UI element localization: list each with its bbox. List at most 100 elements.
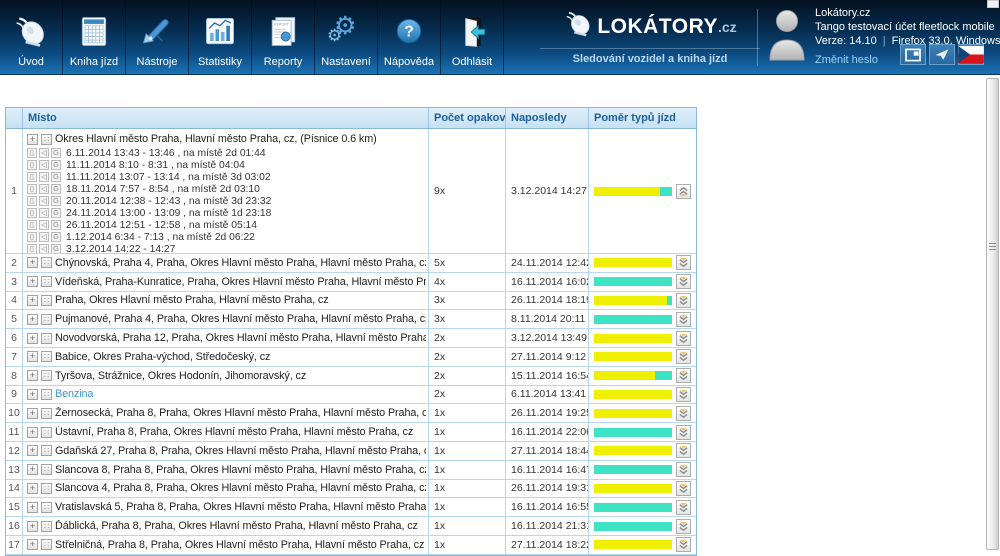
column-header-last[interactable]: Naposledy <box>506 108 589 128</box>
locate-icon[interactable]: ∷ <box>41 502 52 513</box>
nav-item-odhlasit[interactable]: Odhlásit <box>441 0 504 75</box>
expand-plus-icon[interactable]: + <box>27 408 38 419</box>
column-header-count[interactable]: Počet opakování <box>429 108 506 128</box>
logbook-icon[interactable]: ▯ <box>27 148 37 158</box>
panel-button[interactable] <box>900 44 926 65</box>
logbook-icon[interactable]: ▯ <box>27 196 37 206</box>
trip-row: ▯ ◁ G 24.11.2014 13:00 - 13:09 , na míst… <box>27 207 426 219</box>
expand-plus-icon[interactable]: + <box>27 134 38 145</box>
google-maps-icon[interactable]: G <box>51 244 61 253</box>
locate-icon[interactable]: ∷ <box>41 370 52 381</box>
panel-splitter[interactable] <box>986 78 999 550</box>
place-text[interactable]: Benzina <box>55 388 93 400</box>
expand-plus-icon[interactable]: + <box>27 370 38 381</box>
logbook-icon[interactable]: ▯ <box>27 184 37 194</box>
locate-icon[interactable]: ∷ <box>41 427 52 438</box>
nav-item-nastroje[interactable]: Nástroje <box>126 0 189 75</box>
locate-icon[interactable]: ∷ <box>41 134 52 145</box>
logbook-icon[interactable]: ▯ <box>27 220 37 230</box>
locate-icon[interactable]: ∷ <box>41 333 52 344</box>
nav-item-reporty[interactable]: REPORT Reporty <box>252 0 315 75</box>
expand-chevron-button[interactable] <box>676 425 691 440</box>
expand-chevron-button[interactable] <box>676 519 691 534</box>
google-maps-icon[interactable]: G <box>51 208 61 218</box>
nav-item-statistiky[interactable]: Statistiky <box>189 0 252 75</box>
expand-chevron-button[interactable] <box>676 255 691 270</box>
czech-flag-button[interactable] <box>958 44 984 65</box>
google-maps-icon[interactable]: G <box>51 160 61 170</box>
route-icon[interactable]: ◁ <box>39 220 49 230</box>
logbook-icon[interactable]: ▯ <box>27 208 37 218</box>
expand-plus-icon[interactable]: + <box>27 314 38 325</box>
google-maps-icon[interactable]: G <box>51 220 61 230</box>
table-row: 1 + ∷ Okres Hlavní město Praha, Hlavní m… <box>6 129 696 254</box>
locate-icon[interactable]: ∷ <box>41 389 52 400</box>
route-icon[interactable]: ◁ <box>39 244 49 253</box>
expand-chevron-button[interactable] <box>676 349 691 364</box>
expand-chevron-button[interactable] <box>676 331 691 346</box>
expand-chevron-button[interactable] <box>676 274 691 289</box>
locate-icon[interactable]: ∷ <box>41 464 52 475</box>
locate-icon[interactable]: ∷ <box>41 276 52 287</box>
expand-plus-icon[interactable]: + <box>27 427 38 438</box>
nav-item-napoveda[interactable]: ? Nápověda <box>378 0 441 75</box>
send-button[interactable] <box>929 44 955 65</box>
route-icon[interactable]: ◁ <box>39 232 49 242</box>
route-icon[interactable]: ◁ <box>39 184 49 194</box>
google-maps-icon[interactable]: G <box>51 184 61 194</box>
nav-item-nastaveni[interactable]: ⚙⚙ Nastavení <box>315 0 378 75</box>
expand-plus-icon[interactable]: + <box>27 389 38 400</box>
expand-plus-icon[interactable]: + <box>27 333 38 344</box>
expand-chevron-button[interactable] <box>676 500 691 515</box>
locate-icon[interactable]: ∷ <box>41 295 52 306</box>
expand-plus-icon[interactable]: + <box>27 351 38 362</box>
logbook-icon[interactable]: ▯ <box>27 160 37 170</box>
locate-icon[interactable]: ∷ <box>41 351 52 362</box>
logbook-icon[interactable]: ▯ <box>27 244 37 253</box>
expand-plus-icon[interactable]: + <box>27 464 38 475</box>
locate-icon[interactable]: ∷ <box>41 408 52 419</box>
locate-icon[interactable]: ∷ <box>41 539 52 550</box>
column-header-place[interactable]: Místo <box>23 108 429 128</box>
logbook-icon[interactable]: ▯ <box>27 232 37 242</box>
expand-chevron-button[interactable] <box>676 481 691 496</box>
locate-icon[interactable]: ∷ <box>41 445 52 456</box>
locate-icon[interactable]: ∷ <box>41 521 52 532</box>
row-number: 4 <box>6 292 23 310</box>
expand-chevron-button[interactable] <box>676 443 691 458</box>
route-icon[interactable]: ◁ <box>39 148 49 158</box>
locate-icon[interactable]: ∷ <box>41 314 52 325</box>
collapse-chevron-button[interactable] <box>676 184 691 199</box>
expand-plus-icon[interactable]: + <box>27 257 38 268</box>
nav-item-uvod[interactable]: Úvod <box>0 0 63 75</box>
locate-icon[interactable]: ∷ <box>41 257 52 268</box>
logbook-icon[interactable]: ▯ <box>27 172 37 182</box>
expand-chevron-button[interactable] <box>676 406 691 421</box>
route-icon[interactable]: ◁ <box>39 172 49 182</box>
nav-item-kniha-jizd[interactable]: Kniha jízd <box>63 0 126 75</box>
expand-plus-icon[interactable]: + <box>27 295 38 306</box>
route-icon[interactable]: ◁ <box>39 208 49 218</box>
expand-chevron-button[interactable] <box>676 462 691 477</box>
expand-chevron-button[interactable] <box>676 368 691 383</box>
locate-icon[interactable]: ∷ <box>41 483 52 494</box>
expand-plus-icon[interactable]: + <box>27 483 38 494</box>
google-maps-icon[interactable]: G <box>51 196 61 206</box>
route-icon[interactable]: ◁ <box>39 196 49 206</box>
google-maps-icon[interactable]: G <box>51 148 61 158</box>
expand-chevron-button[interactable] <box>676 293 691 308</box>
expand-chevron-button[interactable] <box>676 312 691 327</box>
change-password-link[interactable]: Změnit heslo <box>815 53 878 67</box>
google-maps-icon[interactable]: G <box>51 172 61 182</box>
column-header-ratio[interactable]: Poměr typů jízd <box>589 108 696 128</box>
expand-chevron-button[interactable] <box>676 387 691 402</box>
google-maps-icon[interactable]: G <box>51 232 61 242</box>
route-icon[interactable]: ◁ <box>39 160 49 170</box>
expand-plus-icon[interactable]: + <box>27 276 38 287</box>
expand-plus-icon[interactable]: + <box>27 445 38 456</box>
place-text: Slancova 4, Praha 8, Praha, Okres Hlavní… <box>55 482 426 494</box>
expand-plus-icon[interactable]: + <box>27 539 38 550</box>
expand-chevron-button[interactable] <box>676 537 691 552</box>
expand-plus-icon[interactable]: + <box>27 502 38 513</box>
expand-plus-icon[interactable]: + <box>27 521 38 532</box>
